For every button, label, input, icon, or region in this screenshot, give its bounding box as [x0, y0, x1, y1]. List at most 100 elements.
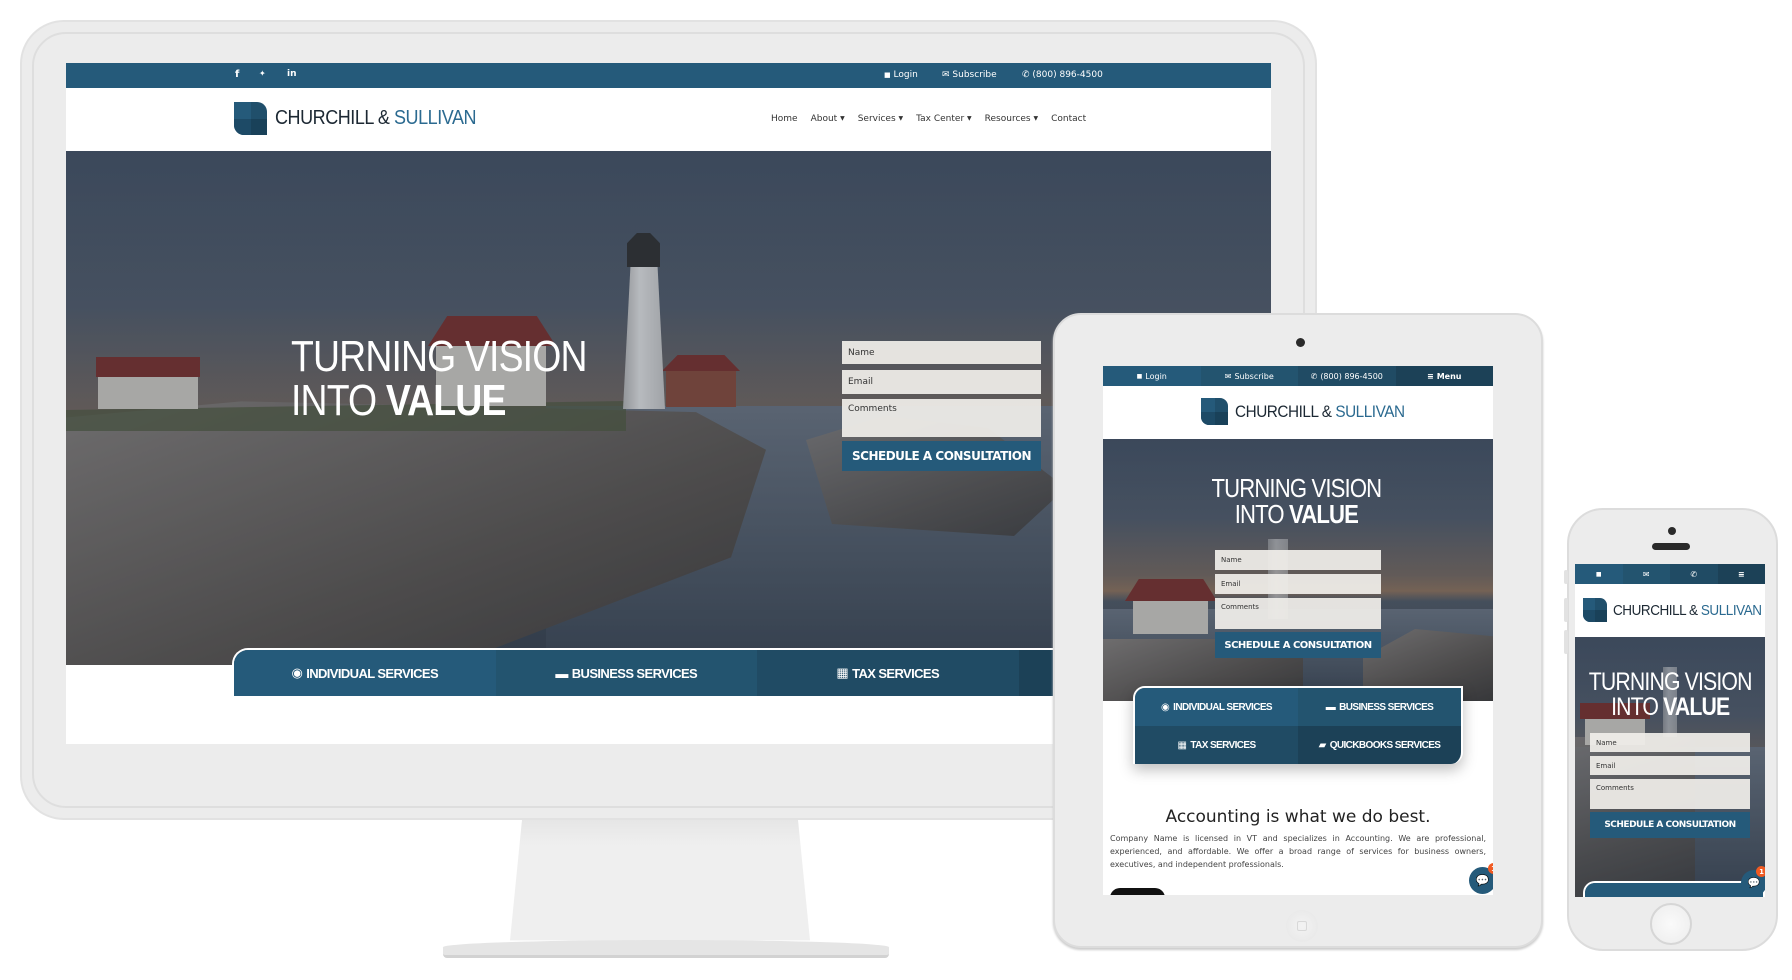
- tablet-schedule-consultation-button[interactable]: SCHEDULE A CONSULTATION: [1215, 632, 1381, 658]
- tablet-subscribe-link[interactable]: ✉ Subscribe: [1200, 366, 1298, 386]
- about-heading: Accounting is what we do best.: [1165, 807, 1431, 827]
- phone-icon: ✆: [1022, 70, 1030, 80]
- tablet-phone-link[interactable]: ✆ (800) 896-4500: [1298, 366, 1396, 386]
- logo-text: CHURCHILL & SULLIVAN: [275, 107, 477, 129]
- tablet-quickbooks-services-link[interactable]: ▰ QUICKBOOKS SERVICES: [1298, 726, 1461, 764]
- phone-services-bar: [1583, 881, 1765, 897]
- phone-hero-title: TURNING VISION INTO VALUE: [1588, 668, 1753, 721]
- tablet-login-link[interactable]: ■ Login: [1103, 366, 1201, 386]
- nav-contact[interactable]: Contact: [1051, 114, 1086, 124]
- phone-comments-textarea[interactable]: Comments: [1590, 779, 1750, 809]
- lock-icon: ■: [1595, 570, 1602, 578]
- phone-screen: ■ ✉ ✆ ≡ CHURCHILL & SULLIVAN TURNING VIS…: [1575, 564, 1765, 897]
- phone-topbar: ■ ✉ ✆ ≡: [1575, 564, 1765, 584]
- envelope-icon: ✉: [1224, 371, 1232, 381]
- tablet-home-button: [1286, 910, 1318, 942]
- desktop-topbar: f ✦ in ■ Login ✉ Subscribe ✆ (800) 896-4…: [66, 63, 1271, 88]
- phone-icon: ✆: [1690, 569, 1698, 579]
- tablet-chat-button[interactable]: 💬 1: [1469, 863, 1493, 894]
- main-nav: Home About ▼ Services ▼ Tax Center ▼ Res…: [771, 114, 1086, 124]
- business-services-link[interactable]: ▬ BUSINESS SERVICES: [495, 650, 757, 696]
- lock-icon: ■: [884, 71, 891, 79]
- phone-menu-button[interactable]: ≡: [1717, 564, 1765, 584]
- caret-down-icon: ▼: [898, 115, 904, 122]
- tablet-header: CHURCHILL & SULLIVAN: [1103, 386, 1493, 439]
- lock-icon: ■: [1136, 372, 1143, 380]
- tablet-comments-textarea[interactable]: Comments: [1215, 598, 1381, 629]
- nav-home[interactable]: Home: [771, 114, 798, 124]
- logo[interactable]: CHURCHILL & SULLIVAN: [234, 102, 498, 135]
- chat-icon: 💬: [1747, 877, 1761, 889]
- nav-about[interactable]: About ▼: [811, 114, 845, 124]
- phone-link[interactable]: ✆ (800) 896-4500: [1022, 70, 1103, 80]
- phone-side-button: [1564, 570, 1568, 584]
- individual-services-link[interactable]: ◉ INDIVIDUAL SERVICES: [234, 650, 496, 696]
- tablet-services-bar: ◉ INDIVIDUAL SERVICES ▬ BUSINESS SERVICES …: [1133, 686, 1463, 764]
- linkedin-link[interactable]: in: [287, 69, 297, 79]
- subscribe-label: Subscribe: [952, 70, 997, 80]
- facebook-icon: f: [235, 69, 240, 80]
- monitor-stand-base: [443, 940, 889, 958]
- menu-icon: ≡: [1737, 569, 1745, 579]
- monitor-stand: [510, 820, 810, 941]
- user-circle-icon: ◉: [1161, 701, 1170, 713]
- menu-icon: ≡: [1427, 371, 1434, 381]
- envelope-icon: ✉: [942, 70, 950, 80]
- subscribe-link[interactable]: ✉ Subscribe: [942, 70, 997, 80]
- caret-down-icon: ▼: [840, 115, 845, 122]
- login-label: Login: [893, 70, 918, 80]
- hero-title: TURNING VISION INTO VALUE: [291, 332, 587, 425]
- twitter-icon: ✦: [259, 69, 266, 78]
- phone-hero: TURNING VISION INTO VALUE Name Email Com…: [1575, 637, 1765, 897]
- schedule-consultation-button[interactable]: SCHEDULE A CONSULTATION: [842, 441, 1041, 471]
- logo-mark-icon: [1201, 398, 1228, 425]
- tablet-logo[interactable]: CHURCHILL & SULLIVAN: [1201, 398, 1423, 425]
- phone-header: CHURCHILL & SULLIVAN: [1575, 584, 1765, 637]
- nav-tax-center[interactable]: Tax Center ▼: [916, 114, 972, 124]
- phone-login-link[interactable]: ■: [1575, 564, 1623, 584]
- tablet-hero-title: TURNING VISION INTO VALUE: [1211, 473, 1382, 529]
- phone-speaker: [1652, 543, 1690, 550]
- tablet-hero: TURNING VISION INTO VALUE Name Email Com…: [1103, 439, 1493, 701]
- desktop-header: CHURCHILL & SULLIVAN Home About ▼ Servic…: [66, 88, 1271, 151]
- phone-camera: [1668, 527, 1676, 535]
- tablet-individual-services-link[interactable]: ◉ INDIVIDUAL SERVICES: [1135, 688, 1298, 726]
- briefcase-icon: ▬: [1325, 701, 1336, 713]
- phone-chat-button[interactable]: 💬 1: [1741, 866, 1765, 896]
- email-input[interactable]: Email: [842, 370, 1041, 394]
- read-more-button[interactable]: [1110, 888, 1165, 895]
- briefcase-icon: ▬: [555, 665, 568, 681]
- phone-services-bar-fill[interactable]: [1585, 883, 1763, 897]
- login-link[interactable]: ■ Login: [884, 70, 918, 80]
- name-input[interactable]: Name: [842, 341, 1041, 364]
- logo-text: CHURCHILL & SULLIVAN: [1613, 601, 1762, 619]
- facebook-link[interactable]: f: [235, 69, 239, 80]
- phone-subscribe-link[interactable]: ✉: [1622, 564, 1670, 584]
- twitter-link[interactable]: ✦: [259, 69, 266, 78]
- tax-services-link[interactable]: ▦ TAX SERVICES: [757, 650, 1019, 696]
- tablet-tax-services-link[interactable]: ▦ TAX SERVICES: [1135, 726, 1298, 764]
- calendar-icon: ▦: [836, 665, 849, 680]
- caret-down-icon: ▼: [1033, 115, 1039, 122]
- calendar-icon: ▦: [1177, 739, 1187, 751]
- user-circle-icon: ◉: [291, 665, 303, 680]
- phone-logo[interactable]: CHURCHILL & SULLIVAN: [1583, 598, 1765, 622]
- phone-schedule-consultation-button[interactable]: SCHEDULE A CONSULTATION: [1590, 812, 1750, 838]
- nav-services[interactable]: Services ▼: [858, 114, 903, 124]
- tablet-name-input[interactable]: Name: [1215, 550, 1381, 570]
- chat-badge: 1: [1756, 866, 1765, 877]
- phone-email-input[interactable]: Email: [1590, 756, 1750, 775]
- comments-textarea[interactable]: Comments: [842, 399, 1041, 437]
- phone-name-input[interactable]: Name: [1590, 733, 1750, 752]
- phone-call-link[interactable]: ✆: [1670, 564, 1718, 584]
- chat-badge: 1: [1488, 863, 1493, 874]
- nav-resources[interactable]: Resources ▼: [985, 114, 1038, 124]
- phone-icon: ✆: [1310, 371, 1318, 381]
- tablet-email-input[interactable]: Email: [1215, 574, 1381, 594]
- linkedin-icon: in: [287, 69, 297, 79]
- tablet-menu-button[interactable]: ≡ Menu: [1395, 366, 1493, 386]
- envelope-icon: ✉: [1642, 569, 1650, 579]
- chat-icon: 💬: [1475, 874, 1490, 887]
- tablet-business-services-link[interactable]: ▬ BUSINESS SERVICES: [1298, 688, 1461, 726]
- tablet-camera: [1296, 338, 1305, 347]
